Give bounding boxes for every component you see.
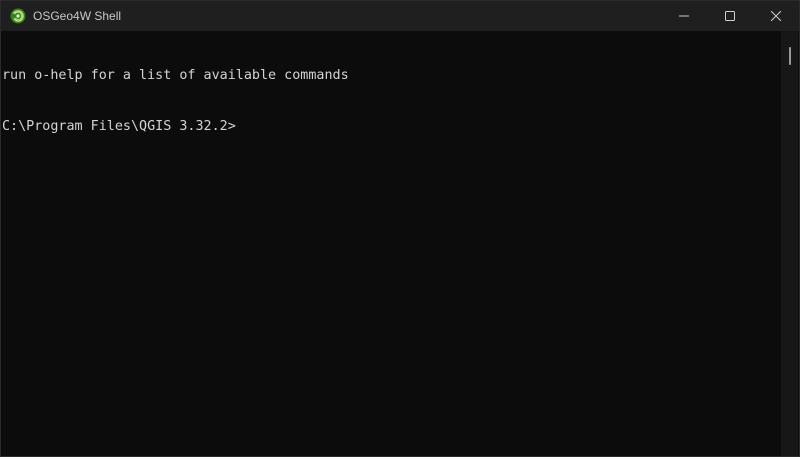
scrollbar-thumb[interactable] [789, 47, 791, 65]
command-prompt[interactable]: C:\Program Files\QGIS 3.32.2> [2, 118, 783, 135]
title-bar[interactable]: OSGeo4W Shell [1, 1, 799, 31]
close-icon [771, 11, 781, 21]
vertical-scrollbar[interactable] [781, 31, 798, 456]
console-line: run o-help for a list of available comma… [2, 68, 349, 83]
window-title: OSGeo4W Shell [33, 9, 122, 23]
minimize-button[interactable] [661, 1, 707, 31]
maximize-icon [725, 11, 735, 21]
close-button[interactable] [753, 1, 799, 31]
minimize-icon [679, 11, 689, 21]
maximize-button[interactable] [707, 1, 753, 31]
terminal-window: OSGeo4W Shell run o-help for a list of a… [0, 0, 800, 457]
console-output[interactable]: run o-help for a list of available comma… [1, 31, 783, 456]
window-controls [661, 1, 799, 31]
osgeo4w-icon [10, 8, 26, 24]
